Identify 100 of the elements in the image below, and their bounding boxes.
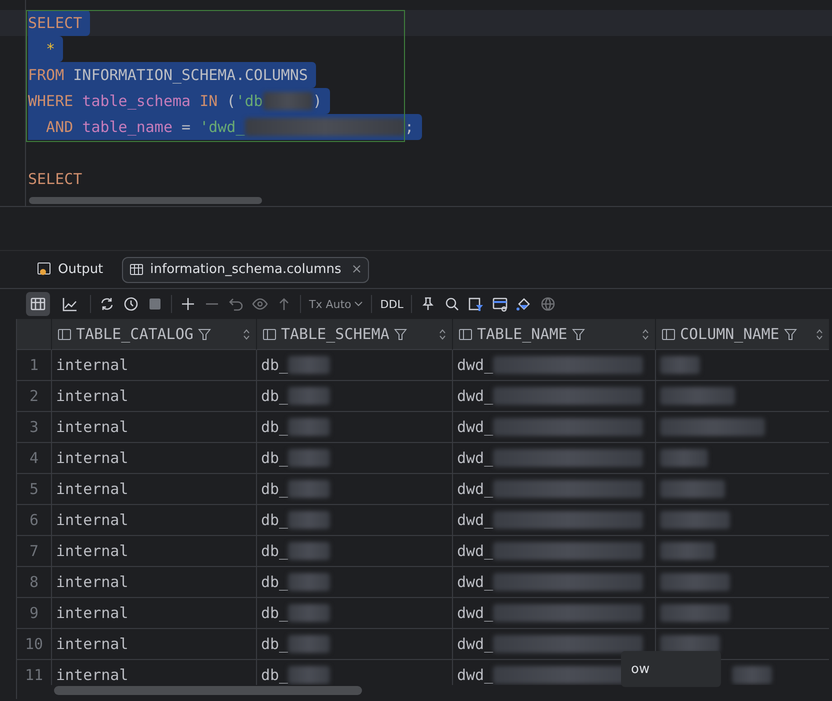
table-cell: dwd_ (452, 629, 655, 660)
redacted-blur (288, 387, 330, 405)
table-cell: dwd_ (452, 536, 655, 567)
redacted-blur (660, 356, 700, 374)
code-line: SELECT (28, 169, 82, 190)
sort-icon[interactable] (439, 328, 446, 340)
filter-icon[interactable] (394, 328, 408, 340)
table-cell: dwd_ (452, 474, 655, 505)
redacted-blur (288, 666, 330, 684)
sort-icon[interactable] (642, 328, 649, 340)
row-number: 4 (17, 443, 51, 474)
refresh-icon[interactable] (99, 296, 115, 312)
console-icon (37, 262, 52, 277)
redacted-blur (262, 92, 313, 110)
row-number: 10 (17, 629, 51, 660)
table-eye-icon[interactable] (492, 296, 508, 312)
stop-icon[interactable] (147, 296, 163, 312)
table-cell: internal (51, 474, 256, 505)
table-cell: db_ (256, 350, 452, 381)
table-cell: db_ (256, 598, 452, 629)
globe-icon[interactable] (540, 296, 556, 312)
table-cell: db_ (256, 474, 452, 505)
row-number: 8 (17, 567, 51, 598)
table-icon (129, 262, 144, 277)
redacted-blur (288, 635, 330, 653)
horizontal-scrollbar[interactable] (29, 197, 262, 204)
table-cell: db_ (256, 443, 452, 474)
table-cell: internal (51, 412, 256, 443)
table-cell: internal (51, 598, 256, 629)
table-view-icon[interactable] (30, 296, 46, 312)
column-icon (459, 328, 472, 340)
redacted-blur (288, 604, 330, 622)
row-number: 7 (17, 536, 51, 567)
chart-view-icon[interactable] (62, 296, 78, 312)
chevron-down-icon[interactable] (354, 301, 364, 307)
redacted-blur (288, 449, 330, 467)
redacted-blur (660, 449, 708, 467)
close-icon[interactable]: × (351, 262, 362, 277)
table-cell: internal (51, 505, 256, 536)
sort-icon[interactable] (816, 328, 823, 340)
table-cell: dwd_ (452, 381, 655, 412)
table-cell: dwd_ (452, 567, 655, 598)
table-cell: db_ (256, 381, 452, 412)
table-cell: db_ (256, 536, 452, 567)
filter-icon[interactable] (198, 328, 212, 340)
table-cell: db_ (256, 567, 452, 598)
table-cell: internal (51, 350, 256, 381)
column-icon (662, 328, 675, 340)
redacted-blur (660, 480, 725, 498)
search-icon[interactable] (444, 296, 460, 312)
table-cell: internal (51, 443, 256, 474)
redacted-blur (660, 604, 730, 622)
redacted-blur (288, 511, 330, 529)
redacted-blur (660, 542, 715, 560)
table-cell: internal (51, 567, 256, 598)
table-cell: internal (51, 536, 256, 567)
column-icon (263, 328, 276, 340)
transaction-mode-dropdown[interactable]: Tx Auto (309, 298, 364, 310)
redacted-blur (660, 573, 730, 591)
redacted-blur (288, 418, 330, 436)
table-cell: internal (51, 381, 256, 412)
table-cell: dwd_ (452, 598, 655, 629)
redacted-blur (660, 511, 730, 529)
table-cell: dwd_ (452, 443, 655, 474)
undo-icon[interactable] (228, 296, 244, 312)
table-cell: db_ (256, 505, 452, 536)
table-cell: internal (51, 629, 256, 660)
filter-icon[interactable] (572, 328, 586, 340)
filter-icon[interactable] (784, 328, 798, 340)
redacted-blur (288, 573, 330, 591)
paint-bucket-icon[interactable] (516, 296, 532, 312)
horizontal-scrollbar[interactable] (54, 686, 362, 695)
table-cell: dwd_ (452, 412, 655, 443)
sort-icon[interactable] (243, 328, 250, 340)
column-icon (58, 328, 71, 340)
table-cell: dwd_ (452, 350, 655, 381)
column-header[interactable]: TABLE_SCHEMA (256, 319, 452, 350)
row-number: 6 (17, 505, 51, 536)
plus-icon[interactable] (180, 296, 196, 312)
result-tab[interactable]: Output (30, 256, 110, 282)
eye-icon[interactable] (252, 296, 268, 312)
row-number: 9 (17, 598, 51, 629)
result-tab[interactable]: information_schema.columns × (122, 256, 370, 282)
row-number: 2 (17, 381, 51, 412)
row-number: 1 (17, 350, 51, 381)
filter-table-icon[interactable] (468, 296, 484, 312)
column-header[interactable]: TABLE_NAME (452, 319, 655, 350)
redacted-blur (288, 542, 330, 560)
table-cell: db_ (256, 412, 452, 443)
redacted-blur (732, 666, 772, 684)
table-cell: dwd_ (452, 505, 655, 536)
row-number: 5 (17, 474, 51, 505)
ddl-button[interactable]: DDL (380, 298, 404, 310)
tooltip: ow (621, 651, 721, 687)
column-header[interactable]: COLUMN_NAME (655, 319, 829, 350)
row-number: 3 (17, 412, 51, 443)
column-header[interactable]: TABLE_CATALOG (51, 319, 256, 350)
redacted-blur (288, 356, 330, 374)
clock-icon[interactable] (123, 296, 139, 312)
redacted-blur (288, 480, 330, 498)
